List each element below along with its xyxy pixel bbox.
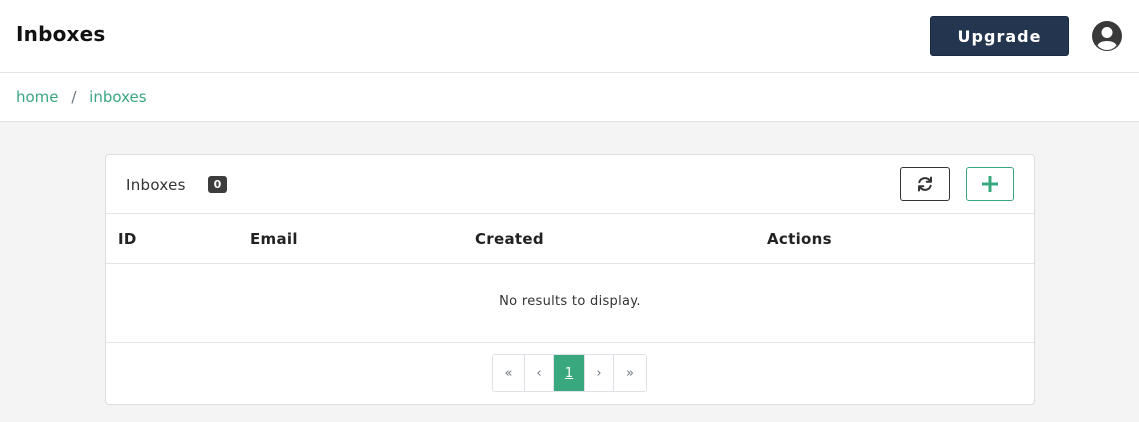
table-header-row: ID Email Created Actions: [106, 214, 1034, 264]
table-empty-row: No results to display.: [106, 264, 1034, 343]
plus-icon: [982, 176, 998, 192]
column-header-created[interactable]: Created: [475, 230, 544, 248]
breadcrumb-inboxes-link[interactable]: inboxes: [89, 88, 146, 106]
add-inbox-button[interactable]: [966, 167, 1014, 201]
pagination-page-1[interactable]: 1: [554, 355, 585, 391]
pagination-first-button[interactable]: «: [493, 355, 525, 391]
card-title: Inboxes: [126, 176, 186, 194]
pagination-prev-button[interactable]: ‹: [525, 355, 554, 391]
column-header-email[interactable]: Email: [250, 230, 298, 248]
card-header: Inboxes 0: [106, 155, 1034, 214]
user-avatar-icon[interactable]: [1091, 20, 1123, 52]
column-header-actions: Actions: [767, 230, 832, 248]
page-title: Inboxes: [16, 22, 106, 46]
column-header-id[interactable]: ID: [118, 230, 137, 248]
inbox-count-badge: 0: [208, 176, 227, 193]
breadcrumb-bar: home / inboxes: [0, 73, 1139, 122]
pagination-last-button[interactable]: »: [614, 355, 646, 391]
refresh-icon: [918, 176, 932, 192]
breadcrumb-separator: /: [71, 88, 77, 106]
top-bar: Inboxes Upgrade: [0, 0, 1139, 73]
upgrade-button[interactable]: Upgrade: [930, 16, 1069, 56]
pagination-next-button[interactable]: ›: [585, 355, 614, 391]
inboxes-card: Inboxes 0 ID Email Created Actions No re…: [105, 154, 1035, 405]
pagination: « ‹ 1 › »: [492, 354, 647, 392]
breadcrumb-home-link[interactable]: home: [16, 88, 59, 106]
breadcrumb: home / inboxes: [16, 88, 147, 106]
empty-message: No results to display.: [499, 294, 641, 309]
refresh-button[interactable]: [900, 167, 950, 201]
